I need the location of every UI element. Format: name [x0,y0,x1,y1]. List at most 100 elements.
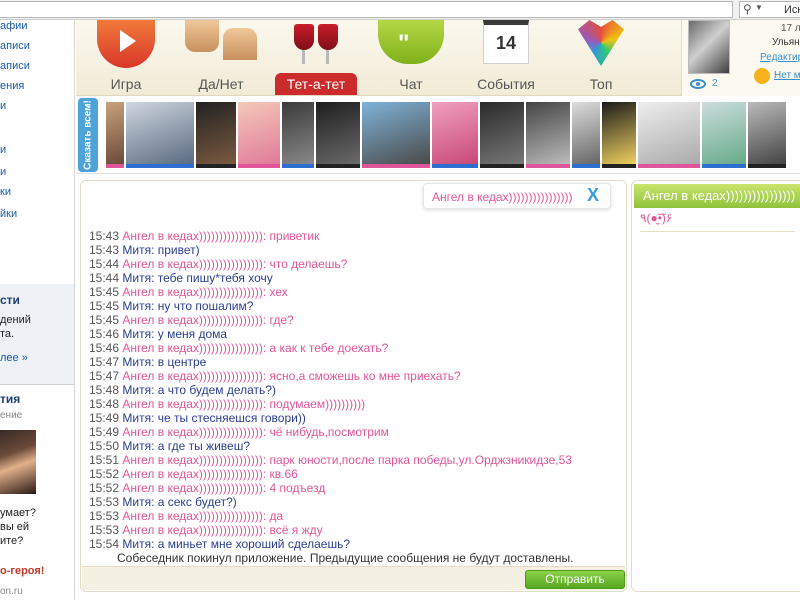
sidebar-item[interactable]: ения [0,80,24,92]
message-text: : где? [262,313,294,327]
nav-item-game[interactable]: Игра [86,20,166,96]
message-author: Митя [122,411,152,425]
nav-item-label: События [477,76,535,92]
message-text: : хех [262,285,288,299]
message-time: 15:44 [89,271,120,285]
play-icon [97,20,155,68]
profile-photo[interactable] [688,20,730,74]
sidebar-item[interactable]: йки [0,208,17,220]
app-header: Игра Да/Нет Тет-а-тет " Чат 14 События Т… [76,20,800,96]
chat-message: 15:48 Ангел в кедах)))))))))))))))): под… [89,397,619,411]
edit-profile-link[interactable]: Редактир [760,52,800,63]
user-photo-gender-bar [748,164,786,168]
user-photo[interactable] [238,102,280,164]
message-time: 15:48 [89,397,120,411]
partner-name[interactable]: Ангел в кедах)))))))))))))))) [643,188,795,203]
user-photo[interactable] [362,102,430,164]
user-photo[interactable] [748,102,786,164]
sidebar-question-text: ите? [0,535,24,547]
sidebar-item[interactable]: афии [0,20,27,32]
chevron-down-icon[interactable]: ▼ [755,3,763,12]
sidebar-promo-link[interactable]: о-героя! [0,565,44,577]
message-text: : в центре [151,355,207,369]
message-time: 15:53 [89,509,120,523]
message-text: : парк юности,после парка победы,ул.Ордж… [262,453,572,467]
message-text: : у меня дома [151,327,228,341]
message-author: Митя [122,439,152,453]
message-time: 15:45 [89,299,120,313]
sidebar-item[interactable]: ки [0,186,11,198]
sidebar-item[interactable]: аписи [0,60,30,72]
message-input-bar[interactable]: Отправить [82,566,625,590]
message-text: : да [262,509,284,523]
chat-message: 15:43 Ангел в кедах)))))))))))))))): при… [89,229,619,243]
user-photo-gender-bar [572,164,600,168]
eye-icon [690,79,706,89]
message-author: Митя [122,537,152,551]
user-photo[interactable] [526,102,570,164]
message-time: 15:46 [89,341,120,355]
nav-item-label: Тет-а-тет [286,76,346,92]
user-photo-gender-bar [106,164,124,168]
chat-tab[interactable]: Ангел в кедах)))))))))))))))) X [423,183,611,209]
sidebar-item[interactable]: и [0,144,6,156]
no-money-link[interactable]: Нет м [774,70,800,81]
chat-message: 15:54 Митя: а миньет мне хороший сделаеш… [89,537,619,551]
user-photo-gender-bar [238,164,280,168]
message-text: : подумаем)))))))))) [262,397,366,411]
sidebar-section-heading[interactable]: тия [0,392,20,406]
sidebar-item[interactable]: и [0,100,6,112]
close-icon[interactable]: X [587,185,599,206]
user-photo[interactable] [480,102,524,164]
left-sidebar: афии аписи аписи ения и и и ки йки сти дений та.… [0,20,75,600]
user-photo[interactable] [638,102,700,164]
user-photo[interactable] [106,102,124,164]
chat-message: 15:43 Митя: привет) [89,243,619,257]
message-author: Ангел в кедах)))))))))))))))) [122,453,263,467]
sidebar-item[interactable]: аписи [0,40,30,52]
sidebar-item[interactable]: и [0,166,6,178]
user-photo[interactable] [702,102,746,164]
browser-toolbar: ⚲ ▼ Иск [0,0,800,20]
message-time: 15:46 [89,327,120,341]
message-author: Ангел в кедах)))))))))))))))) [122,481,263,495]
message-text: : что делаешь? [262,257,348,271]
message-time: 15:51 [89,453,120,467]
send-button[interactable]: Отправить [525,570,625,589]
user-photo-gender-bar [480,164,524,168]
user-photo[interactable] [432,102,478,164]
chat-message: 15:53 Ангел в кедах)))))))))))))))): да [89,509,619,523]
profile-city: Ульяно [772,37,800,48]
user-photo-gender-bar [602,164,636,168]
search-input-text: Иск [784,4,800,16]
chat-message: 15:45 Ангел в кедах)))))))))))))))): хех [89,285,619,299]
user-photo[interactable] [316,102,360,164]
say-to-all-button[interactable]: Сказать всем! [78,98,98,172]
address-bar[interactable] [0,1,733,18]
sidebar-avatar[interactable] [0,430,36,494]
nav-item-top[interactable]: Топ [561,20,641,96]
sidebar-section-heading: сти [0,293,20,307]
message-author: Ангел в кедах)))))))))))))))) [122,397,263,411]
user-photo[interactable] [196,102,236,164]
nav-item-chat[interactable]: " Чат [371,20,451,96]
nav-item-events[interactable]: 14 События [466,20,546,96]
user-photo[interactable] [126,102,194,164]
partner-left-notice: Собеседник покинул приложение. Предыдущи… [117,551,574,565]
message-text: : ясно,а сможешь ко мне приехать? [262,369,461,383]
user-photo[interactable] [602,102,636,164]
tab-tete-a-tete[interactable]: Тет-а-тет [275,20,357,96]
sidebar-question-text: умает? [0,507,36,519]
nav-item-yes-no[interactable]: Да/Нет [181,20,261,96]
message-time: 15:52 [89,481,120,495]
message-time: 15:52 [89,467,120,481]
user-photo-gender-bar [282,164,314,168]
user-photo-gender-bar [126,164,194,168]
partner-profile-panel: Ангел в кедах)))))))))))))))) ٩(●̮̮̃•̃)۶ [631,180,800,592]
user-photo[interactable] [282,102,314,164]
sidebar-more-link[interactable]: лее » [0,352,28,364]
search-icon[interactable]: ⚲ [743,2,752,16]
message-time: 15:49 [89,411,120,425]
user-photo[interactable] [572,102,600,164]
browser-search-box[interactable]: ⚲ ▼ Иск [739,1,800,18]
